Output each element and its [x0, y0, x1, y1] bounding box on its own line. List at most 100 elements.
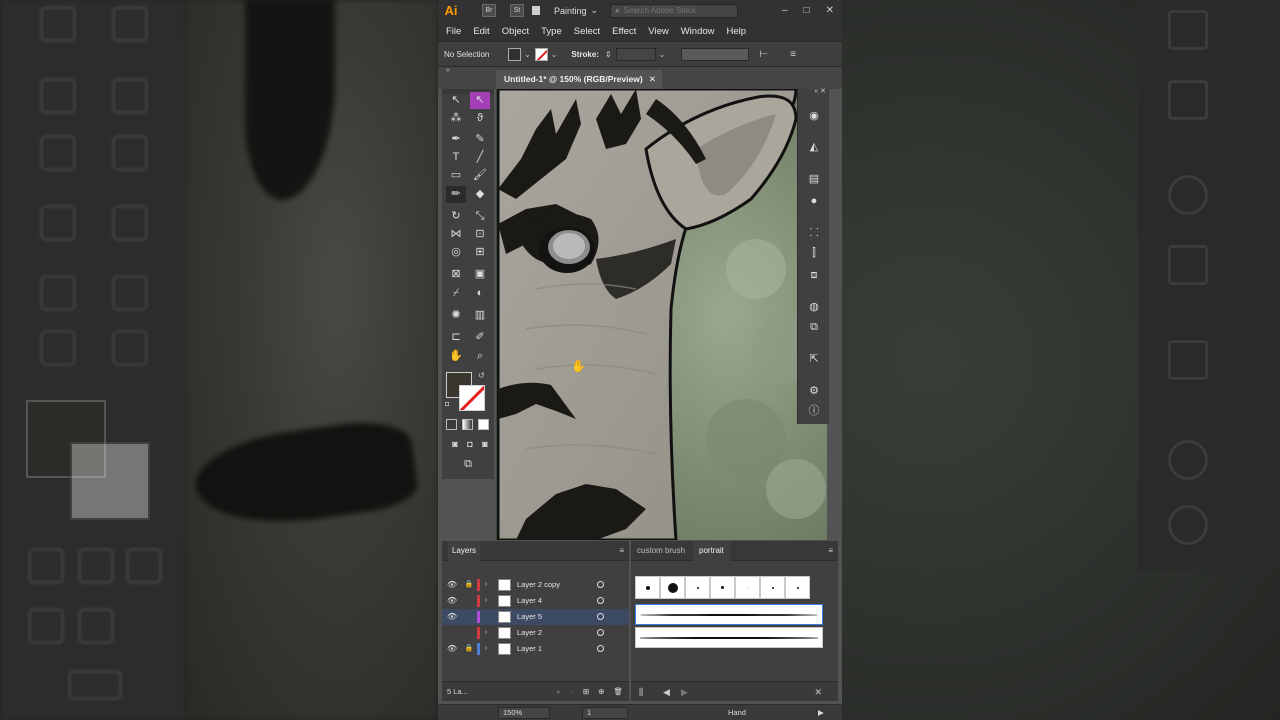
- next-library-icon[interactable]: ▶: [681, 682, 688, 702]
- lock-icon[interactable]: 🔒: [464, 577, 474, 593]
- menu-type[interactable]: Type: [541, 26, 568, 37]
- screen-mode-icon[interactable]: ⧉: [458, 456, 478, 473]
- chevron-right-icon[interactable]: ›: [485, 577, 487, 593]
- layer-row[interactable]: 👁 › Layer 4: [442, 593, 629, 609]
- chevron-right-icon[interactable]: ▶: [818, 705, 824, 720]
- export-icon[interactable]: ⇱: [806, 351, 822, 367]
- pathfinder-icon[interactable]: ⧈: [806, 267, 822, 283]
- search-input[interactable]: [623, 6, 724, 15]
- bridge-button[interactable]: Br: [482, 4, 496, 17]
- menu-file[interactable]: File: [446, 26, 467, 37]
- fill-swatch[interactable]: [508, 47, 521, 61]
- brush-tip[interactable]: [660, 576, 685, 599]
- layer-row[interactable]: › Layer 2: [442, 625, 629, 641]
- transform-icon[interactable]: ⸬: [806, 225, 822, 241]
- layer-name[interactable]: Layer 4: [517, 593, 542, 609]
- menu-help[interactable]: Help: [727, 26, 753, 37]
- stroke-stepper-icon[interactable]: ⇕: [605, 50, 612, 59]
- appearance-icon[interactable]: ◍: [806, 299, 822, 315]
- scale-tool-icon[interactable]: ⤡: [470, 208, 490, 225]
- none-mode-icon[interactable]: [478, 419, 489, 430]
- previous-library-icon[interactable]: ◀: [663, 682, 670, 702]
- make-clipping-mask-icon[interactable]: ◌: [569, 682, 573, 702]
- slice-tool-icon[interactable]: ✐: [470, 329, 490, 346]
- blend-tool-icon[interactable]: ◐: [470, 285, 490, 302]
- menu-select[interactable]: Select: [574, 26, 606, 37]
- panel-menu-icon[interactable]: ≡: [790, 49, 796, 60]
- lasso-tool-icon[interactable]: ϑ: [470, 110, 490, 127]
- magic-wand-tool-icon[interactable]: ⁂: [446, 110, 466, 127]
- brush-tip[interactable]: [685, 576, 710, 599]
- chevron-down-icon[interactable]: ⌄: [524, 50, 531, 59]
- artboard-canvas[interactable]: ✋: [496, 89, 827, 540]
- toolbar-collapse-icon[interactable]: «: [446, 67, 450, 74]
- layers-tab[interactable]: Layers: [448, 541, 481, 561]
- direct-selection-tool-icon[interactable]: ↖: [470, 92, 490, 109]
- eye-icon[interactable]: 👁: [447, 577, 457, 593]
- panel-menu-icon[interactable]: ≡: [828, 541, 833, 561]
- mesh-tool-icon[interactable]: ⊠: [446, 266, 466, 283]
- stroke-swatch[interactable]: [534, 47, 548, 61]
- stroke-weight-field[interactable]: [615, 47, 656, 61]
- layer-target-icon[interactable]: [597, 581, 604, 588]
- hand-tool-icon[interactable]: ✋: [446, 348, 466, 365]
- layer-target-icon[interactable]: [597, 613, 604, 620]
- type-tool-icon[interactable]: T: [446, 149, 466, 166]
- brush-stroke-selected[interactable]: [635, 604, 823, 625]
- brush-stroke[interactable]: [635, 627, 823, 648]
- artboard-navigator[interactable]: 1: [582, 707, 628, 719]
- color-icon[interactable]: ◭: [806, 139, 822, 155]
- stock-button[interactable]: St: [510, 4, 524, 17]
- gradient-tool-icon[interactable]: ▣: [470, 266, 490, 283]
- brush-tip[interactable]: [710, 576, 735, 599]
- layer-name[interactable]: Layer 2 copy: [517, 577, 560, 593]
- delete-layer-icon[interactable]: 🗑: [613, 682, 623, 702]
- locate-object-icon[interactable]: ⌕: [556, 682, 560, 702]
- brush-definition-icon[interactable]: ⊢: [759, 49, 768, 60]
- default-colors-icon[interactable]: ◘: [445, 401, 449, 408]
- document-tab[interactable]: Untitled-1* @ 150% (RGB/Preview) ✕: [496, 70, 662, 89]
- shape-builder-tool-icon[interactable]: ◎: [446, 244, 466, 261]
- chevron-right-icon[interactable]: ›: [485, 593, 487, 609]
- close-tab-icon[interactable]: ✕: [649, 70, 656, 89]
- color-mode-icon[interactable]: [446, 419, 457, 430]
- chevron-down-icon[interactable]: ⌄: [659, 50, 666, 59]
- menu-view[interactable]: View: [648, 26, 674, 37]
- brush-tip[interactable]: [760, 576, 785, 599]
- eye-icon[interactable]: 👁: [447, 609, 457, 625]
- tab-custom-brush[interactable]: custom brush: [637, 541, 685, 561]
- chevron-right-icon[interactable]: ›: [485, 625, 487, 641]
- draw-inside-icon[interactable]: ◙: [475, 436, 495, 453]
- minimize-button[interactable]: –: [782, 5, 788, 16]
- swap-fill-stroke-icon[interactable]: ↺: [478, 371, 485, 380]
- zoom-tool-icon[interactable]: ⌕: [470, 348, 490, 365]
- brush-tip[interactable]: [785, 576, 810, 599]
- panel-strip-controls[interactable]: « ✕: [814, 87, 826, 95]
- menu-edit[interactable]: Edit: [473, 26, 495, 37]
- line-tool-icon[interactable]: ╱: [470, 149, 490, 166]
- brushes-icon[interactable]: ●: [806, 193, 822, 209]
- color-guide-icon[interactable]: ◉: [806, 108, 822, 124]
- brush-tip[interactable]: [635, 576, 660, 599]
- layer-name[interactable]: Layer 1: [517, 641, 542, 657]
- artboard-tool-icon[interactable]: ⊏: [446, 329, 466, 346]
- swatches-icon[interactable]: ▤: [806, 171, 822, 187]
- maximize-button[interactable]: □: [804, 5, 810, 16]
- create-sublayer-icon[interactable]: ⊞: [583, 682, 589, 702]
- close-button[interactable]: ✕: [826, 5, 834, 16]
- curvature-tool-icon[interactable]: ✎: [470, 131, 490, 148]
- layer-target-icon[interactable]: [597, 597, 604, 604]
- pen-tool-icon[interactable]: ✒: [446, 131, 466, 148]
- new-layer-icon[interactable]: ⊕: [598, 682, 604, 702]
- panel-menu-icon[interactable]: ≡: [619, 541, 624, 561]
- layer-row-selected[interactable]: 👁 Layer 5: [442, 609, 629, 625]
- info-icon[interactable]: ⓘ: [806, 403, 822, 419]
- align-icon[interactable]: ⫿: [806, 245, 822, 261]
- selection-tool-icon[interactable]: ↖: [446, 92, 466, 109]
- brush-library-menu-icon[interactable]: ⫼: [639, 682, 643, 702]
- chevron-down-icon[interactable]: ⌄: [551, 50, 558, 59]
- layer-target-icon[interactable]: [597, 645, 604, 652]
- eraser-tool-icon[interactable]: ◆: [470, 186, 490, 203]
- menu-effect[interactable]: Effect: [612, 26, 642, 37]
- rotate-tool-icon[interactable]: ↻: [446, 208, 466, 225]
